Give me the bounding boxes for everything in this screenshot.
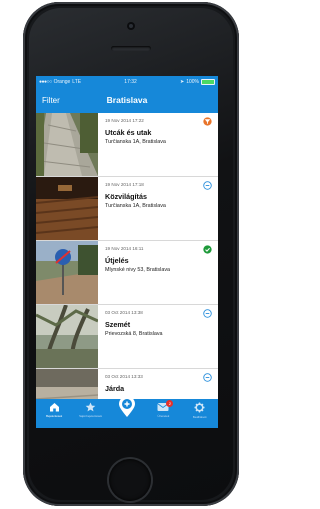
report-photo-streetlight	[36, 177, 98, 240]
new-status-icon	[203, 309, 212, 318]
tab-settings[interactable]: Beállítások	[185, 402, 215, 419]
report-row[interactable]: 19 Nov 2014 17:18 Közvilágítás Turčiansk…	[36, 177, 218, 241]
app-screen: ●●●○○ Orange LTE 17:32 ➤ 100% Filter Bra…	[36, 76, 218, 428]
nav-title: Bratislava	[106, 95, 148, 105]
tab-label: Üzenetek	[157, 414, 170, 418]
report-row[interactable]: 19 Nov 2014 16:11 Útjelés Mlynské nivy 5…	[36, 241, 218, 305]
report-address: Prievozská 8, Bratislava	[105, 331, 163, 337]
battery-icon	[201, 78, 215, 85]
report-photo-road-sign	[36, 241, 98, 304]
report-photo-trash	[36, 305, 98, 368]
status-bar: ●●●○○ Orange LTE 17:32 ➤ 100%	[36, 76, 218, 87]
location-arrow-icon: ➤	[180, 78, 185, 85]
front-camera	[127, 22, 135, 30]
battery-percent: 100%	[186, 78, 199, 85]
report-title: Útjelés	[105, 256, 129, 265]
resolved-check-icon	[203, 245, 212, 254]
home-icon	[49, 403, 59, 412]
report-row[interactable]: 03 Oct 2014 13:33 Járda	[36, 369, 218, 399]
report-title: Szemét	[105, 320, 131, 329]
new-status-icon	[203, 181, 212, 190]
report-title: Utcák és utak	[105, 128, 152, 137]
unread-badge: 2	[166, 400, 174, 407]
tab-label: Saját bejelentések	[79, 414, 102, 418]
report-date: 03 Oct 2014 13:38	[105, 310, 143, 315]
new-status-icon	[203, 373, 212, 382]
tab-messages[interactable]: 2 Üzenetek	[148, 400, 178, 418]
report-photo-pavement	[36, 369, 98, 399]
report-date: 19 Nov 2014 17:22	[105, 118, 144, 123]
report-address: Mlynské nivy 53, Bratislava	[105, 267, 171, 273]
report-date: 03 Oct 2014 13:33	[105, 374, 143, 379]
tab-label: Beállítások	[192, 415, 207, 419]
report-photo-sidewalk	[36, 113, 98, 176]
new-report-button[interactable]	[112, 396, 142, 418]
settings-gear-icon	[194, 402, 205, 413]
tab-bar: Bejelentések Saját bejelentések 2 Üzenet…	[36, 396, 218, 428]
in-progress-status-icon	[203, 117, 212, 126]
report-row[interactable]: 03 Oct 2014 13:38 Szemét Prievozská 8, B…	[36, 305, 218, 369]
tab-label: Bejelentések	[46, 414, 63, 418]
signal-dots-icon: ●●●○○	[39, 78, 52, 85]
report-address: Turčianska 1A, Bratislava	[105, 139, 166, 145]
report-date: 19 Nov 2014 17:18	[105, 182, 144, 187]
report-title: Közvilágítás	[105, 192, 147, 201]
report-list[interactable]: 19 Nov 2014 17:22 Utcák és utak Turčians…	[36, 113, 218, 399]
earpiece-speaker	[111, 46, 151, 51]
filter-button[interactable]: Filter	[42, 96, 60, 105]
carrier-name: Orange	[53, 78, 71, 85]
new-report-pin-icon	[118, 396, 135, 417]
home-button[interactable]	[109, 459, 151, 501]
report-row[interactable]: 19 Nov 2014 17:22 Utcák és utak Turčians…	[36, 113, 218, 177]
tab-my-reports[interactable]: Saját bejelentések	[76, 402, 106, 418]
star-icon	[85, 402, 96, 412]
report-address: Turčianska 1A, Bratislava	[105, 203, 166, 209]
tab-reports[interactable]: Bejelentések	[39, 402, 69, 418]
report-date: 19 Nov 2014 16:11	[105, 246, 144, 251]
report-title: Járda	[105, 384, 125, 393]
navigation-bar: Filter Bratislava	[36, 87, 218, 113]
network-type: LTE	[72, 78, 82, 85]
status-time: 17:32	[124, 78, 137, 85]
